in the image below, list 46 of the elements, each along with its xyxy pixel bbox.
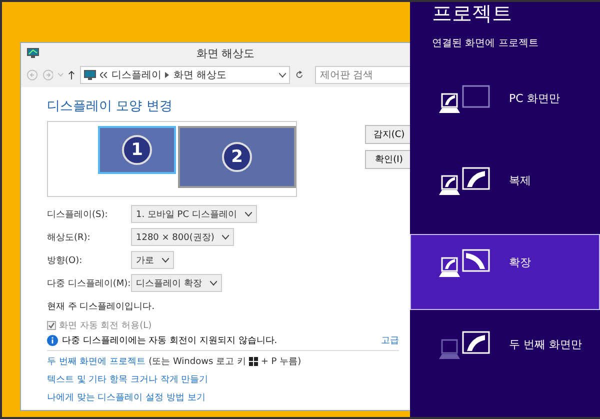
field-label: 다중 디스플레이(M): bbox=[47, 278, 131, 290]
monitor-icon bbox=[27, 48, 39, 59]
address-field[interactable]: 디스플레이 화면 해상도 bbox=[80, 66, 290, 84]
chevron-down-icon[interactable] bbox=[279, 72, 286, 78]
status-text: 현재 주 디스플레이입니다. bbox=[47, 301, 156, 313]
panel-subtitle: 연결된 화면에 프로젝트 bbox=[432, 37, 540, 50]
chevron-down-icon bbox=[162, 258, 169, 262]
chevron-icon bbox=[165, 72, 170, 78]
breadcrumb[interactable]: 화면 해상도 bbox=[173, 68, 227, 82]
dialog-button[interactable]: 감지(C) bbox=[365, 125, 410, 144]
dropdown[interactable]: 가로 bbox=[131, 251, 174, 269]
up-arrow-icon[interactable] bbox=[68, 70, 76, 80]
monitor-tile[interactable]: 1 bbox=[98, 126, 176, 174]
hint-text: (또는 Windows 로고 키 bbox=[148, 356, 246, 368]
chevron-down-icon bbox=[244, 212, 252, 216]
dropdown[interactable]: 1. 모바일 PC 디스플레이 bbox=[131, 205, 257, 223]
window-title: 화면 해상도 bbox=[195, 46, 256, 61]
project-option[interactable]: 두 번째 화면만 bbox=[410, 316, 600, 392]
hint-text: + P 누름) bbox=[260, 356, 302, 368]
field-label: 디스플레이(S): bbox=[47, 208, 108, 220]
search-field[interactable]: 제어판 검색 bbox=[315, 66, 410, 84]
checkbox-label: 화면 자동 회전 허용(L) bbox=[59, 320, 152, 332]
info-icon bbox=[47, 335, 58, 346]
project-link[interactable]: 두 번째 화면에 프로젝트 bbox=[47, 355, 146, 368]
dialog-button[interactable]: 확인(I) bbox=[365, 150, 410, 169]
panel-title: 프로젝트 bbox=[432, 2, 513, 24]
windows-logo-icon bbox=[248, 357, 258, 366]
info-text: 다중 디스플레이에는 자동 회전이 지원되지 않습니다. bbox=[62, 335, 278, 347]
help-link[interactable]: 나에게 맞는 디스플레이 설정 방법 보기 bbox=[47, 391, 410, 404]
project-option[interactable]: 복제 bbox=[410, 152, 600, 228]
dropdown[interactable]: 디스플레이 확장 bbox=[131, 274, 222, 292]
help-link[interactable]: 텍스트 및 기타 항목 크거나 작게 만들기 bbox=[47, 373, 410, 386]
project-option[interactable]: PC 화면만 bbox=[410, 70, 600, 146]
field-label: 해상도(R): bbox=[47, 232, 90, 244]
project-option[interactable]: 확장 bbox=[410, 234, 600, 310]
advanced-link[interactable]: 고급 bbox=[381, 334, 399, 347]
section-heading: 디스플레이 모양 변경 bbox=[47, 98, 174, 115]
double-chevron-icon bbox=[100, 72, 108, 78]
dropdown[interactable]: 1280 × 800(권장) bbox=[131, 228, 234, 246]
breadcrumb[interactable]: 디스플레이 bbox=[111, 68, 162, 82]
chevron-down-icon bbox=[222, 234, 230, 240]
monitor-icon bbox=[84, 70, 96, 80]
chevron-down-icon bbox=[210, 280, 217, 286]
refresh-icon[interactable] bbox=[295, 70, 304, 80]
field-label: 방향(O): bbox=[47, 254, 82, 266]
monitor-tile[interactable]: 2 bbox=[178, 126, 296, 188]
